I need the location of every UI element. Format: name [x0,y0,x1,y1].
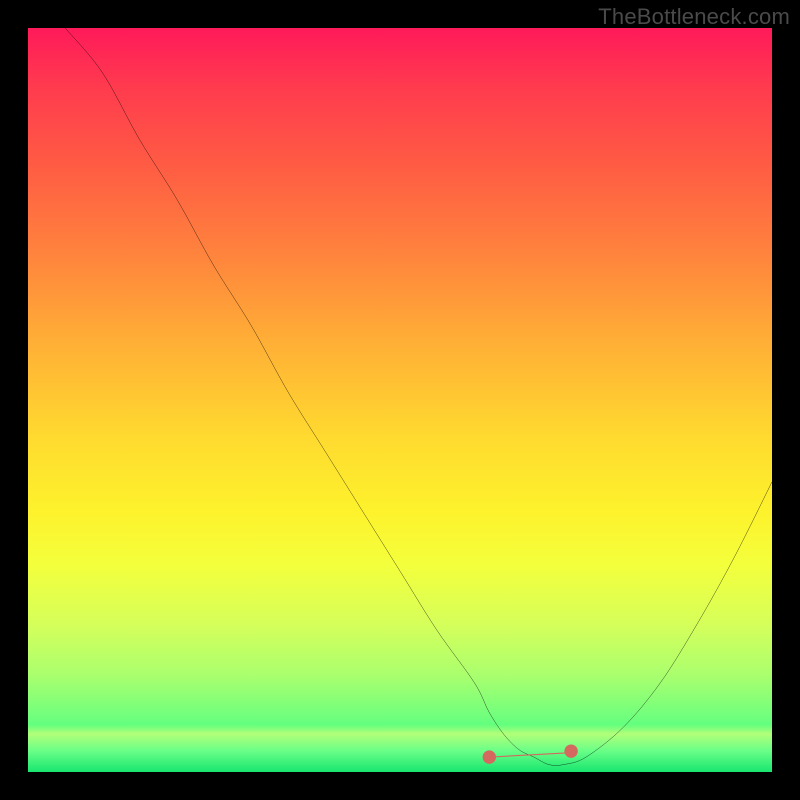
bottleneck-curve [65,28,772,766]
page-root: TheBottleneck.com [0,0,800,800]
valley-marker [483,744,578,763]
chart-svg-overlay [28,28,772,772]
watermark-text: TheBottleneck.com [598,4,790,30]
chart-plot-area [28,28,772,772]
